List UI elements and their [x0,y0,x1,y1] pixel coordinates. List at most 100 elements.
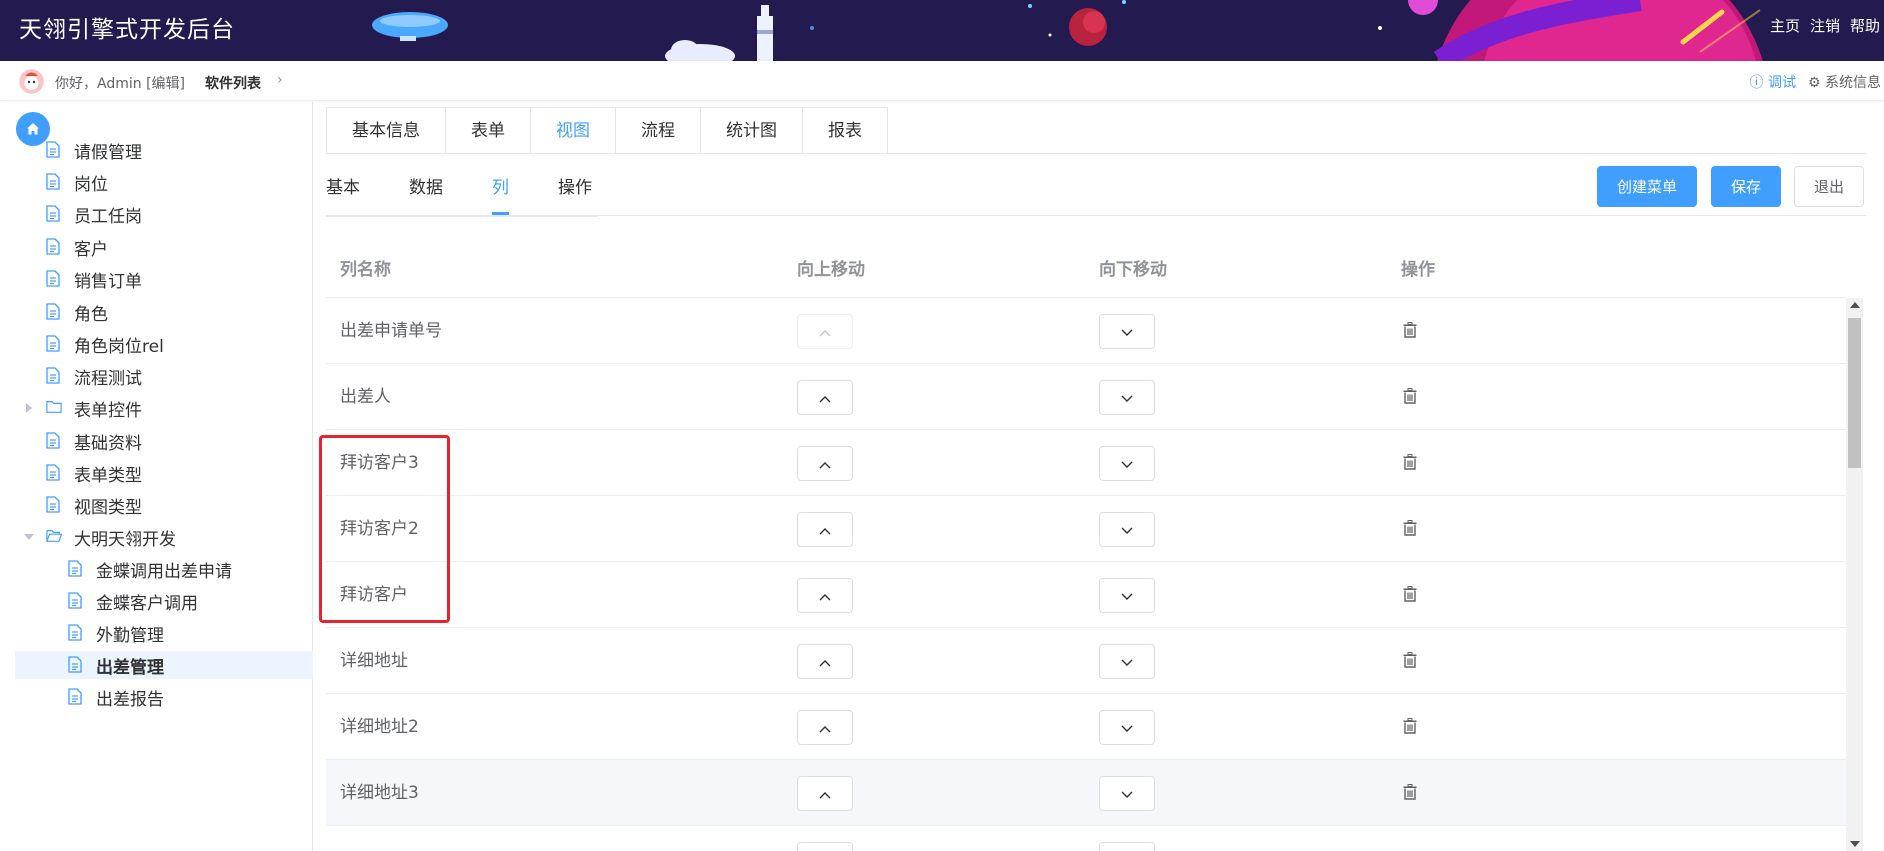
sidebar-item-field-work[interactable]: 外勤管理 [68,619,164,647]
save-button[interactable]: 保存 [1711,166,1781,207]
sidebar-item-form-controls[interactable]: 表单控件 [26,394,142,422]
folder-icon [46,399,62,417]
document-icon [46,173,62,191]
move-up-button[interactable] [797,644,853,679]
exit-button[interactable]: 退出 [1794,166,1864,207]
move-down-button[interactable] [1099,644,1155,679]
debug-link[interactable]: ⓘ 调试 [1750,72,1796,92]
sidebar-item-kingdee-customer[interactable]: 金蝶客户调用 [68,587,198,615]
column-name: 拜访客户 [340,585,408,605]
home-icon [27,123,39,135]
delete-button[interactable] [1403,388,1419,406]
sidebar-item-travel-management[interactable]: 出差管理 [15,651,313,679]
tab-workflow[interactable]: 流程 [616,108,701,154]
avatar[interactable] [19,69,44,94]
subtab-columns[interactable]: 列 [492,162,509,215]
move-up-button[interactable] [797,446,853,481]
document-icon [46,496,62,514]
sidebar-item-role[interactable]: 角色 [46,298,108,326]
sidebar-item-leave[interactable]: 请假管理 [46,136,142,164]
scroll-thumb[interactable] [1848,318,1861,468]
move-up-button[interactable] [797,710,853,745]
document-icon [46,238,62,256]
column-header-move-down: 向下移动 [1099,260,1167,280]
move-down-button[interactable] [1099,776,1155,811]
move-down-button[interactable] [1099,578,1155,613]
subtab-basic[interactable]: 基本 [326,162,360,214]
sidebar-item-label: 金蝶调用出差申请 [96,561,232,582]
sidebar-item-kingdee-travel-request[interactable]: 金蝶调用出差申请 [68,555,232,583]
chevron-up-icon [819,586,831,605]
delete-button[interactable] [1403,520,1419,538]
column-name: 详细地址 [340,651,408,671]
table-row: 拜访客户2 [326,496,1846,562]
logout-link[interactable]: 注销 [1810,15,1840,36]
move-up-button[interactable] [797,380,853,415]
delete-button[interactable] [1403,718,1419,736]
create-menu-button[interactable]: 创建菜单 [1597,166,1697,207]
move-up-button[interactable] [797,512,853,547]
caret-down-icon[interactable] [24,534,34,540]
delete-button[interactable] [1403,586,1419,604]
delete-button[interactable] [1403,454,1419,472]
sidebar-item-customer[interactable]: 客户 [46,233,108,261]
chevron-up-icon [819,454,831,473]
move-up-button[interactable] [797,578,853,613]
sidebar-item-daming-dev[interactable]: 大明天翎开发 [24,523,176,551]
tab-report[interactable]: 报表 [803,108,887,154]
chevron-up-icon [819,322,831,341]
table-body: 出差申请单号 出差人 拜访客户3 拜访客户2 拜访客户 详细地址 详细地址2 详细地址3 [326,298,1846,851]
move-down-button[interactable] [1099,380,1155,415]
column-header-move-up: 向上移动 [797,260,865,280]
user-greeting[interactable]: 你好，Admin [编辑] [55,73,185,93]
document-icon [46,270,62,288]
scroll-up-icon[interactable] [1850,302,1860,308]
chevron-down-icon [1121,652,1133,671]
table-row: 详细地址3 [326,760,1846,826]
tab-view[interactable]: 视图 [531,108,616,154]
subtab-data[interactable]: 数据 [409,162,443,214]
move-up-button[interactable] [797,314,853,349]
scroll-down-icon[interactable] [1850,841,1860,847]
sidebar-item-travel-report[interactable]: 出差报告 [68,683,164,711]
delete-button[interactable] [1403,784,1419,802]
move-down-button[interactable] [1099,842,1155,851]
caret-right-icon[interactable] [26,403,32,413]
document-icon [68,624,84,642]
sidebar-item-sales-order[interactable]: 销售订单 [46,265,142,293]
chevron-down-icon [1121,454,1133,473]
sidebar-item-label: 销售订单 [74,271,142,292]
tab-form[interactable]: 表单 [446,108,531,154]
sidebar-item-view-type[interactable]: 视图类型 [46,491,142,519]
column-header-actions: 操作 [1401,260,1435,280]
subtab-actions[interactable]: 操作 [558,162,592,214]
sidebar-item-label: 表单控件 [74,400,142,421]
tab-statistics-chart[interactable]: 统计图 [701,108,803,154]
move-down-button[interactable] [1099,446,1155,481]
delete-button[interactable] [1403,322,1419,340]
help-link[interactable]: 帮助 [1850,15,1880,36]
document-icon [46,303,62,321]
chevron-up-icon [819,718,831,737]
table-row: 拜访客户 [326,562,1846,628]
home-link[interactable]: 主页 [1770,15,1800,36]
sidebar-item-label: 金蝶客户调用 [96,593,198,614]
sidebar-item-role-post-rel[interactable]: 角色岗位rel [46,330,164,358]
sidebar-item-basic-data[interactable]: 基础资料 [46,427,142,455]
sidebar-item-workflow-test[interactable]: 流程测试 [46,362,142,390]
move-down-button[interactable] [1099,314,1155,349]
move-down-button[interactable] [1099,710,1155,745]
system-info-link[interactable]: ⚙ 系统信息 [1808,72,1881,92]
move-up-button[interactable] [797,842,853,851]
sidebar-item-post[interactable]: 岗位 [46,168,108,196]
sidebar-item-label: 岗位 [74,174,108,195]
delete-button[interactable] [1403,652,1419,670]
tab-basic-info[interactable]: 基本信息 [327,108,446,154]
sidebar-item-form-type[interactable]: 表单类型 [46,459,142,487]
sidebar-item-staff-post[interactable]: 员工任岗 [46,200,142,228]
breadcrumb[interactable]: 软件列表 [205,73,261,93]
move-up-button[interactable] [797,776,853,811]
move-down-button[interactable] [1099,512,1155,547]
table-scrollbar[interactable] [1846,298,1863,851]
home-button[interactable] [16,112,50,146]
